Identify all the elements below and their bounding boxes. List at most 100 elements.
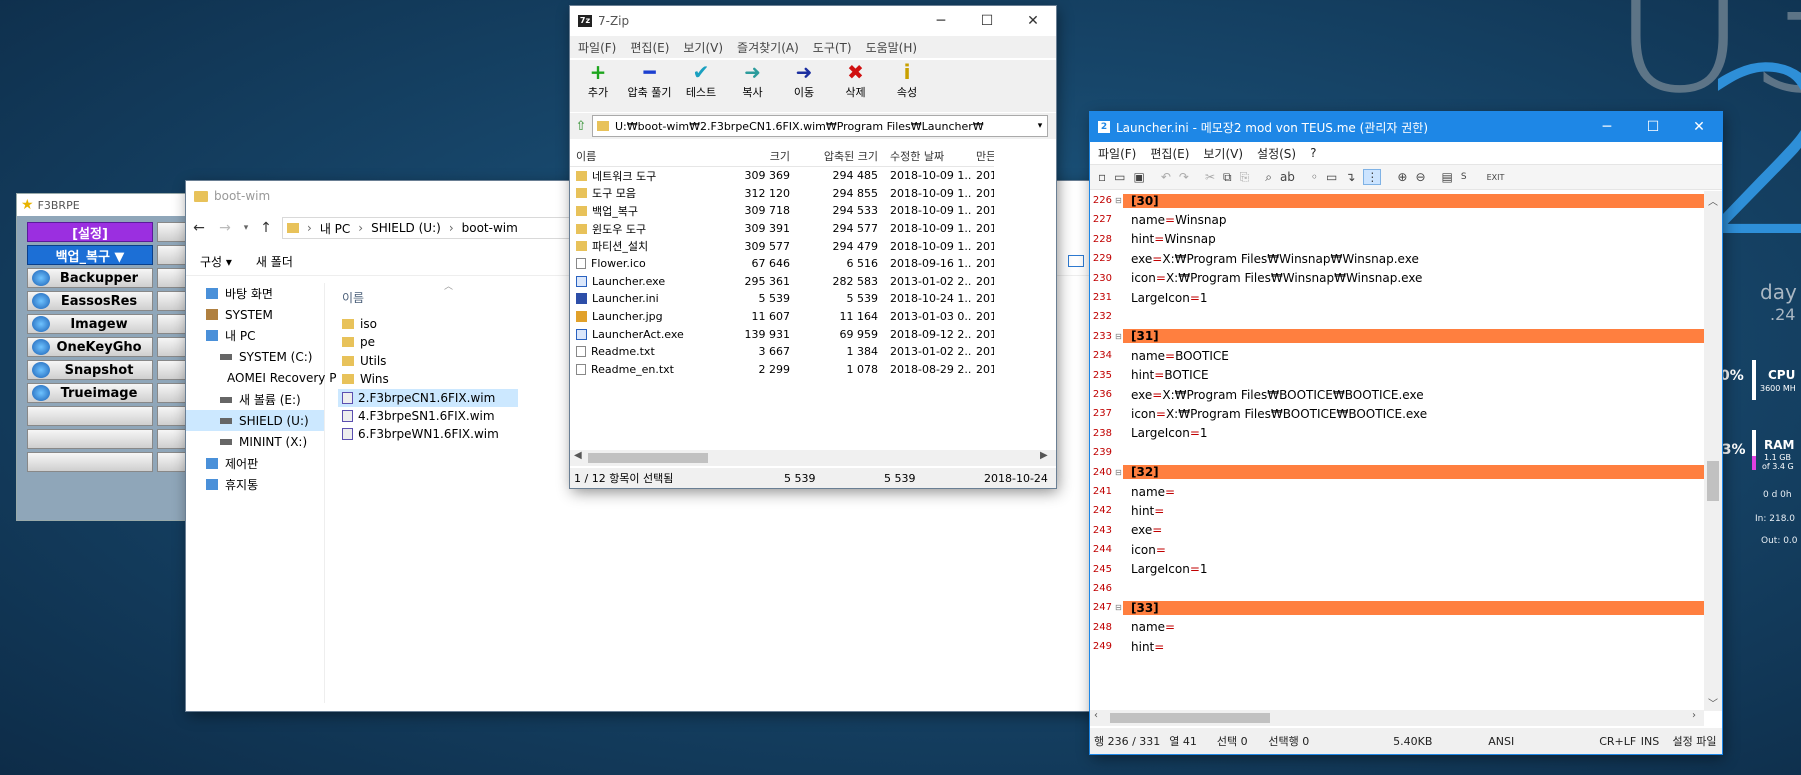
table-row[interactable]: 백업_복구 309 718 294 533 2018-10-09 1... 201 bbox=[570, 202, 994, 220]
minimize-icon[interactable]: ─ bbox=[918, 6, 964, 36]
table-row[interactable]: Launcher.jpg 11 607 11 164 2013-01-03 0... 2… bbox=[570, 308, 994, 326]
f3-button-8[interactable] bbox=[27, 406, 153, 426]
path-combobox[interactable]: U:₩boot-wim₩2.F3brpeCN1.6FIX.wim₩Program… bbox=[592, 115, 1048, 137]
close-icon[interactable]: ✕ bbox=[1676, 112, 1722, 142]
file-item[interactable]: pe bbox=[338, 333, 518, 351]
scheme-icon[interactable]: ⋮ bbox=[1363, 169, 1382, 185]
file-item[interactable]: Utils bbox=[338, 352, 518, 370]
file-item[interactable]: 6.F3brpeWN1.6FIX.wim bbox=[338, 425, 518, 443]
menu-item[interactable]: 도움말(H) bbox=[866, 39, 918, 56]
f3-right-button-2[interactable] bbox=[157, 268, 187, 288]
tree-item[interactable]: 휴지통 bbox=[186, 474, 324, 495]
undo-icon[interactable]: ↶ bbox=[1161, 170, 1171, 184]
table-row[interactable]: 파티션_설치 309 577 294 479 2018-10-09 1... 201 bbox=[570, 237, 994, 255]
toolbar-button-5[interactable]: ✖ 삭제 bbox=[830, 60, 882, 104]
redo-icon[interactable]: ↷ bbox=[1179, 170, 1189, 184]
f3-right-button-6[interactable] bbox=[157, 360, 187, 380]
file-item[interactable]: 2.F3brpeCN1.6FIX.wim bbox=[338, 388, 518, 407]
toolbar-button-4[interactable]: ➜ 이동 bbox=[778, 60, 830, 104]
f3-right-button-3[interactable] bbox=[157, 291, 187, 311]
breadcrumb-item-folder[interactable]: boot-wim bbox=[462, 221, 518, 235]
toolbar-button-6[interactable]: i 속성 bbox=[881, 60, 933, 104]
breadcrumb-item-pc[interactable]: 내 PC bbox=[320, 220, 350, 237]
breadcrumb-item-drive[interactable]: SHIELD (U:) bbox=[371, 221, 441, 235]
f3-button-0[interactable]: [설정] bbox=[27, 222, 153, 242]
menu-item[interactable]: 편집(E) bbox=[630, 39, 669, 56]
table-row[interactable]: LauncherAct.exe 139 931 69 959 2018-09-12 2… bbox=[570, 325, 994, 343]
notepad-editor[interactable]: 226 ⊟ [30] 227 name=Winsnap 228 hint=Winsnap 22… bbox=[1090, 191, 1704, 671]
wrap-icon[interactable]: ◦ bbox=[1311, 170, 1318, 184]
f3-right-button-10[interactable] bbox=[157, 452, 187, 472]
scroll-thumb[interactable] bbox=[588, 453, 708, 463]
tree-item[interactable]: MININT (X:) bbox=[186, 431, 324, 452]
tree-item[interactable]: AOMEI Recovery P bbox=[186, 368, 336, 389]
menu-item[interactable]: 보기(V) bbox=[683, 39, 723, 56]
f3-right-button-0[interactable] bbox=[157, 222, 187, 242]
notepad-vscrollbar[interactable]: ︿ ﹀ bbox=[1704, 191, 1722, 711]
maximize-icon[interactable]: ☐ bbox=[1630, 112, 1676, 142]
copy-icon[interactable]: ⧉ bbox=[1223, 170, 1232, 185]
fold-toggle-icon[interactable]: ⊟ bbox=[1115, 468, 1123, 477]
scroll-right-icon[interactable]: › bbox=[1692, 710, 1696, 721]
tree-item[interactable]: 바탕 화면 bbox=[186, 283, 324, 304]
f3-right-button-9[interactable] bbox=[157, 429, 187, 449]
toolbar-button-1[interactable]: ━ 압축 풀기 bbox=[624, 60, 676, 104]
close-icon[interactable]: ✕ bbox=[1010, 6, 1056, 36]
f3-right-button-5[interactable] bbox=[157, 337, 187, 357]
table-row[interactable]: 윈도우 도구 309 391 294 577 2018-10-09 1... 201 bbox=[570, 220, 994, 238]
f3-button-3[interactable]: EassosRes bbox=[27, 291, 153, 311]
tree-item[interactable]: SYSTEM bbox=[186, 304, 324, 325]
file-item[interactable]: iso bbox=[338, 315, 518, 333]
replace-icon[interactable]: ab bbox=[1280, 170, 1295, 184]
forward-icon[interactable]: → bbox=[212, 220, 238, 236]
tree-item[interactable]: 내 PC bbox=[186, 325, 324, 346]
f3-button-2[interactable]: Backupper bbox=[27, 268, 153, 288]
scroll-thumb[interactable] bbox=[1110, 713, 1270, 723]
f3-button-9[interactable] bbox=[27, 429, 153, 449]
table-row[interactable]: Flower.ico 67 646 6 516 2018-09-16 1... 201 bbox=[570, 255, 994, 273]
fold-toggle-icon[interactable]: ⊟ bbox=[1115, 332, 1123, 341]
organize-button[interactable]: 구성 ▾ bbox=[200, 253, 232, 270]
paste-icon[interactable]: ⎘ bbox=[1240, 170, 1250, 185]
table-row[interactable]: Readme_en.txt 2 299 1 078 2018-08-29 2... 20… bbox=[570, 361, 994, 379]
find-icon[interactable]: ⌕ bbox=[1265, 170, 1272, 185]
scroll-right-icon[interactable]: ▶ bbox=[1040, 450, 1048, 461]
zoom-in-icon[interactable]: ⊕ bbox=[1397, 170, 1407, 184]
f3-button-10[interactable] bbox=[27, 452, 153, 472]
f3-button-1[interactable]: 백업_복구 ▼ bbox=[27, 245, 153, 265]
view-icon[interactable]: ▤ bbox=[1442, 170, 1453, 184]
tree-item[interactable]: 제어판 bbox=[186, 453, 324, 474]
f3-right-button-4[interactable] bbox=[157, 314, 187, 334]
exit-button[interactable]: EXIT bbox=[1487, 173, 1505, 182]
table-row[interactable]: Readme.txt 3 667 1 384 2013-01-02 2... 201 bbox=[570, 343, 994, 361]
col-packed[interactable]: 압축된 크기 bbox=[794, 148, 882, 164]
f3-button-5[interactable]: OneKeyGho bbox=[27, 337, 153, 357]
f3-button-6[interactable]: Snapshot bbox=[27, 360, 153, 380]
f3-button-7[interactable]: Trueimage bbox=[27, 383, 153, 403]
window-icon[interactable]: ▭ bbox=[1326, 170, 1337, 184]
menu-item[interactable]: 즐겨찾기(A) bbox=[737, 39, 799, 56]
new-file-icon[interactable]: ▫ bbox=[1098, 170, 1106, 184]
tree-item[interactable]: SHIELD (U:) bbox=[186, 410, 324, 432]
table-row[interactable]: Launcher.exe 295 361 282 583 2013-01-02 2..… bbox=[570, 273, 994, 291]
goto-icon[interactable]: ↴ bbox=[1345, 170, 1355, 184]
new-folder-button[interactable]: 새 폴더 bbox=[256, 253, 293, 270]
menu-item[interactable]: 설정(S) bbox=[1257, 145, 1296, 162]
col-created[interactable]: 만든 bbox=[972, 148, 994, 164]
table-row[interactable]: 도구 모음 312 120 294 855 2018-10-09 1... 201 bbox=[570, 185, 994, 203]
menu-item[interactable]: 보기(V) bbox=[1203, 145, 1243, 162]
scroll-left-icon[interactable]: ‹ bbox=[1094, 710, 1098, 721]
tree-item[interactable]: 새 볼륨 (E:) bbox=[186, 389, 324, 410]
open-file-icon[interactable]: ▭ bbox=[1114, 170, 1125, 184]
back-icon[interactable]: ← bbox=[186, 220, 212, 236]
file-item[interactable]: 4.F3brpeSN1.6FIX.wim bbox=[338, 407, 518, 425]
fold-toggle-icon[interactable]: ⊟ bbox=[1115, 196, 1123, 205]
menu-item[interactable]: 파일(F) bbox=[578, 39, 616, 56]
up-icon[interactable]: ↑ bbox=[254, 220, 278, 236]
s-icon[interactable]: S bbox=[1461, 172, 1467, 182]
file-item[interactable]: Wins bbox=[338, 370, 518, 388]
scroll-left-icon[interactable]: ◀ bbox=[574, 450, 582, 461]
chevron-down-icon[interactable]: ▾ bbox=[1033, 121, 1047, 131]
f3-button-4[interactable]: Imagew bbox=[27, 314, 153, 334]
toolbar-button-3[interactable]: ➜ 복사 bbox=[727, 60, 779, 104]
